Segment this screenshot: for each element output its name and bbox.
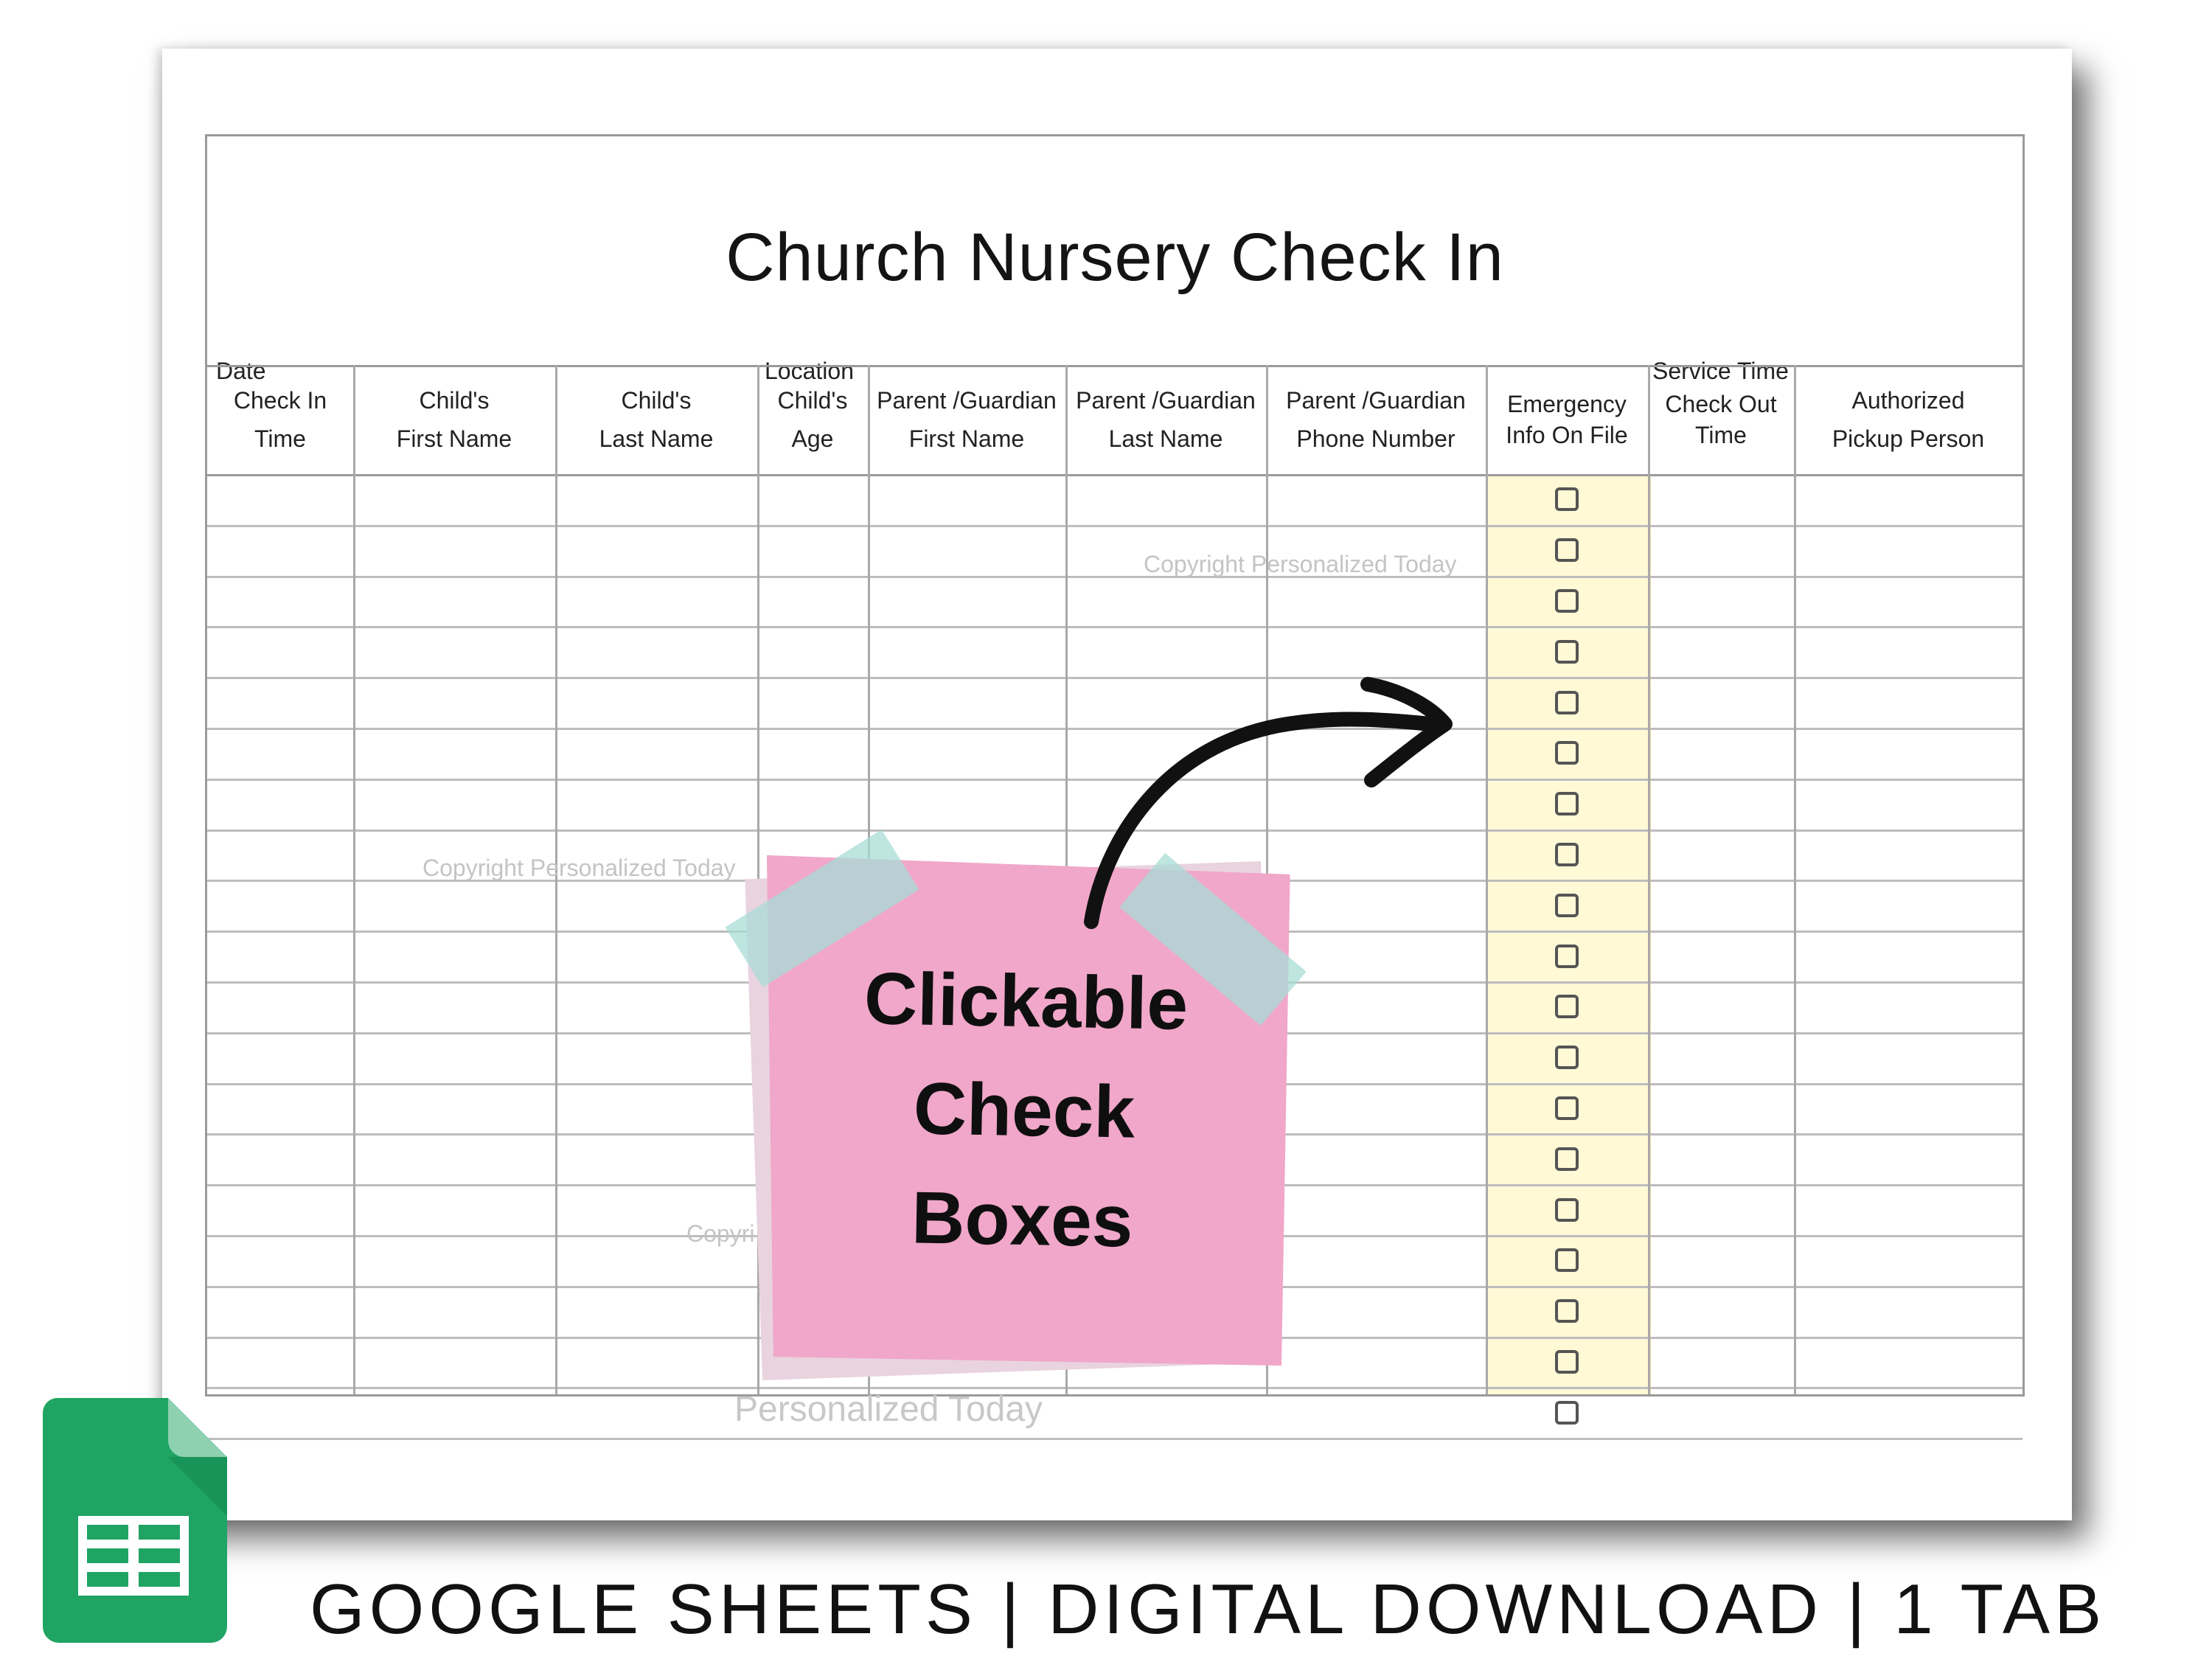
sticky-note-line: Clickable (863, 957, 1189, 1046)
emergency-info-checkbox[interactable] (1555, 639, 1579, 664)
emergency-info-checkbox[interactable] (1555, 690, 1579, 714)
column-header-line: Info On File (1506, 422, 1628, 448)
column-divider (1794, 365, 1796, 1394)
column-header: Child's Age (757, 365, 868, 474)
watermark: Copyright Personalized Today (422, 855, 736, 881)
column-header-line: Time (254, 425, 306, 452)
emergency-info-checkbox[interactable] (1555, 1299, 1579, 1324)
column-divider (1486, 365, 1488, 1394)
column-header-line: Check In (233, 387, 327, 414)
emergency-info-checkbox[interactable] (1555, 1248, 1579, 1273)
emergency-info-checkbox[interactable] (1555, 893, 1579, 917)
emergency-info-checkbox[interactable] (1555, 1197, 1579, 1222)
column-header: Child's First Name (353, 365, 555, 474)
emergency-info-checkbox[interactable] (1555, 741, 1579, 765)
column-header-line: Time (1695, 422, 1747, 448)
column-header-line: Last Name (599, 425, 714, 452)
emergency-info-checkbox[interactable] (1555, 1046, 1579, 1070)
emergency-info-checkbox[interactable] (1555, 843, 1579, 866)
column-header-line: Phone Number (1296, 425, 1455, 452)
footer-banner: GOOGLE SHEETS | DIGITAL DOWNLOAD | 1 TAB (310, 1570, 2107, 1649)
emergency-info-checkbox[interactable] (1555, 538, 1579, 563)
column-header-line: Parent /Guardian (1076, 387, 1256, 414)
column-header-line: Check Out (1665, 391, 1777, 417)
emergency-info-checkbox[interactable] (1555, 995, 1579, 1019)
column-header: Authorized Pickup Person (1794, 365, 2023, 474)
column-header-line: Child's (419, 387, 490, 414)
column-header-line: Parent /Guardian (1286, 387, 1466, 414)
column-header: Child's Last Name (555, 365, 757, 474)
emergency-info-checkbox[interactable] (1555, 589, 1579, 613)
emergency-info-checkbox[interactable] (1555, 487, 1579, 512)
column-header-line: First Name (396, 425, 512, 452)
sticky-note-line: Check (912, 1067, 1136, 1154)
emergency-info-checkbox[interactable] (1555, 1096, 1579, 1120)
column-header: Parent /Guardian Last Name (1065, 365, 1266, 474)
column-header-line: Pickup Person (1832, 425, 1985, 452)
row-divider (207, 1387, 2023, 1390)
column-header-line: Age (791, 425, 834, 452)
column-header-line: First Name (908, 425, 1025, 452)
column-header-line: Emergency (1507, 391, 1627, 417)
column-header: Check In Time (207, 365, 353, 474)
google-sheets-icon (43, 1398, 227, 1643)
row-divider (207, 474, 2023, 476)
emergency-info-checkbox[interactable] (1555, 1147, 1579, 1171)
watermark: Copyright Personalized Today (1144, 551, 1457, 577)
page-title: Church Nursery Check In (726, 220, 1504, 295)
watermark: Personalized Today (734, 1390, 1043, 1429)
row-divider (207, 524, 2023, 527)
column-header: Parent /Guardian Phone Number (1266, 365, 1486, 474)
column-header-line: Authorized (1851, 387, 1965, 414)
column-header: Parent /Guardian First Name (868, 365, 1065, 474)
column-header-line: Last Name (1108, 425, 1223, 452)
column-divider (353, 365, 355, 1394)
row-divider (207, 575, 2023, 578)
column-header: Check Out Time (1648, 365, 1794, 474)
column-header: Emergency Info On File (1486, 365, 1648, 474)
column-divider (1648, 365, 1650, 1394)
arrow-icon (1084, 677, 1453, 929)
column-header-line: Parent /Guardian (877, 387, 1057, 414)
column-header-line: Child's (621, 387, 692, 414)
sticky-note-line: Boxes (911, 1176, 1134, 1263)
row-divider (207, 1438, 2023, 1441)
watermark: Copyri (686, 1220, 755, 1247)
column-header-line: Child's (777, 387, 848, 414)
row-divider (207, 626, 2023, 629)
emergency-info-checkbox[interactable] (1555, 1400, 1579, 1425)
emergency-info-checkbox[interactable] (1555, 792, 1579, 816)
emergency-info-checkbox[interactable] (1555, 944, 1579, 968)
emergency-info-checkbox[interactable] (1555, 1350, 1579, 1374)
